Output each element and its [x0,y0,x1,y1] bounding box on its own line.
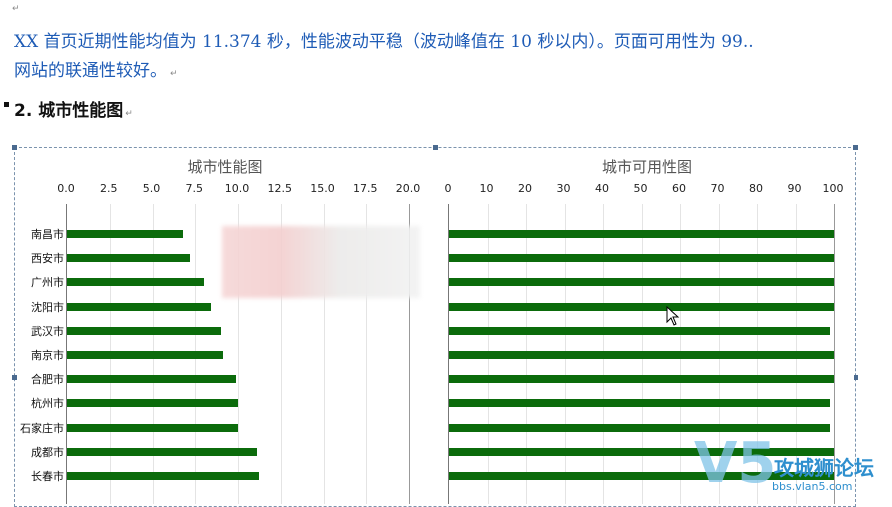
category-label: 合肥市 [31,373,64,387]
x-tick-label: 20 [518,182,532,195]
x-tick-label: 50 [633,182,648,195]
x-tick-label: 10 [479,182,494,195]
chart-title: 城市可用性图 [601,158,692,176]
mouse-cursor-icon [666,306,680,326]
paragraph-mark: ↵ [12,4,20,14]
bar [449,230,834,238]
x-tick-label: 30 [556,182,571,195]
bar [67,278,204,287]
x-tick-label: 40 [595,182,609,195]
bar [67,351,223,359]
category-label: 长春市 [31,470,64,483]
category-label: 南京市 [31,349,64,362]
intro-text-2: 网站的联通性较好。 [14,61,167,81]
x-tick-label: 20.0 [395,182,421,195]
category-label: 武汉市 [31,324,64,338]
bar [67,399,238,408]
bar [67,326,221,335]
x-tick-label: 80 [749,182,763,195]
redacted-region [222,226,420,298]
heading-number: 2. [14,101,33,121]
bar [67,375,237,384]
category-label: 石家庄市 [20,421,64,435]
x-tick-label: 17.5 [353,182,378,195]
heading-bullet [4,102,9,107]
x-tick-label: 7.5 [185,182,204,195]
x-tick-label: 10.0 [224,182,250,195]
paragraph-mark: ↵ [170,69,178,79]
bar [449,302,834,311]
x-tick-label: 90 [787,182,802,195]
resize-handle-top-left[interactable] [12,145,17,150]
resize-handle-top-right[interactable] [853,145,858,150]
bar [67,472,259,480]
watermark-title: 攻城狮论坛 [774,456,874,480]
x-tick-label: 12.5 [267,182,293,195]
x-axis-ticks: 0.0 2.5 5.0 7.5 10.0 12.5 15.0 17.5 20.0 [18,182,432,198]
category-label: 杭州市 [31,397,64,411]
bar [67,447,257,456]
x-tick-label: 100 [822,182,844,195]
intro-line-1: XX 首页近期性能均值为 11.374 秒，性能波动平稳（波动峰值在 10 秒以… [14,28,892,57]
x-tick-label: 15.0 [310,182,335,195]
x-axis-ticks: 0 10 20 30 40 50 60 70 80 90 100 [440,182,854,198]
x-tick-label: 60 [672,182,686,195]
category-label: 成都市 [31,445,64,459]
heading-text: 城市性能图 [38,101,124,121]
x-tick-label: 0.0 [57,182,75,195]
bar [449,375,834,384]
x-tick-label: 2.5 [100,182,118,195]
bar [449,326,831,335]
section-heading: 2. 城市性能图 ↵ [14,96,133,121]
chart-title: 城市性能图 [187,158,263,176]
resize-handle-middle-left[interactable] [12,375,17,380]
intro-line-2: 网站的联通性较好。 ↵ [14,57,892,89]
x-tick-label: 70 [710,182,725,195]
x-tick-label: 0 [444,182,452,195]
watermark-logo: V5 [694,431,777,496]
paragraph-mark: ↵ [125,109,133,119]
bar [67,254,191,263]
bar [67,423,238,432]
intro-paragraph: XX 首页近期性能均值为 11.374 秒，性能波动平稳（波动峰值在 10 秒以… [14,28,892,89]
watermark-url: bbs.vlan5.com [772,480,853,493]
category-label: 南昌市 [31,228,64,241]
resize-handle-top-middle[interactable] [433,145,438,150]
x-tick-label: 5.0 [142,182,161,195]
category-label: 沈阳市 [31,300,64,314]
bar [449,399,831,408]
category-label: 西安市 [31,252,64,266]
category-label: 广州市 [31,276,64,290]
forum-watermark: V5 攻城狮论坛 bbs.vlan5.com [694,434,892,499]
bar [449,278,834,287]
bar [67,230,184,238]
bar [449,351,834,359]
city-performance-chart: 城市性能图 0.0 2.5 5.0 7.5 10.0 12.5 15.0 17.5 20.0 南… [18,156,432,504]
bar [67,302,211,311]
bar [449,254,834,263]
intro-text-1: XX 首页近期性能均值为 11.374 秒，性能波动平稳（波动峰值在 10 秒以… [14,32,754,52]
